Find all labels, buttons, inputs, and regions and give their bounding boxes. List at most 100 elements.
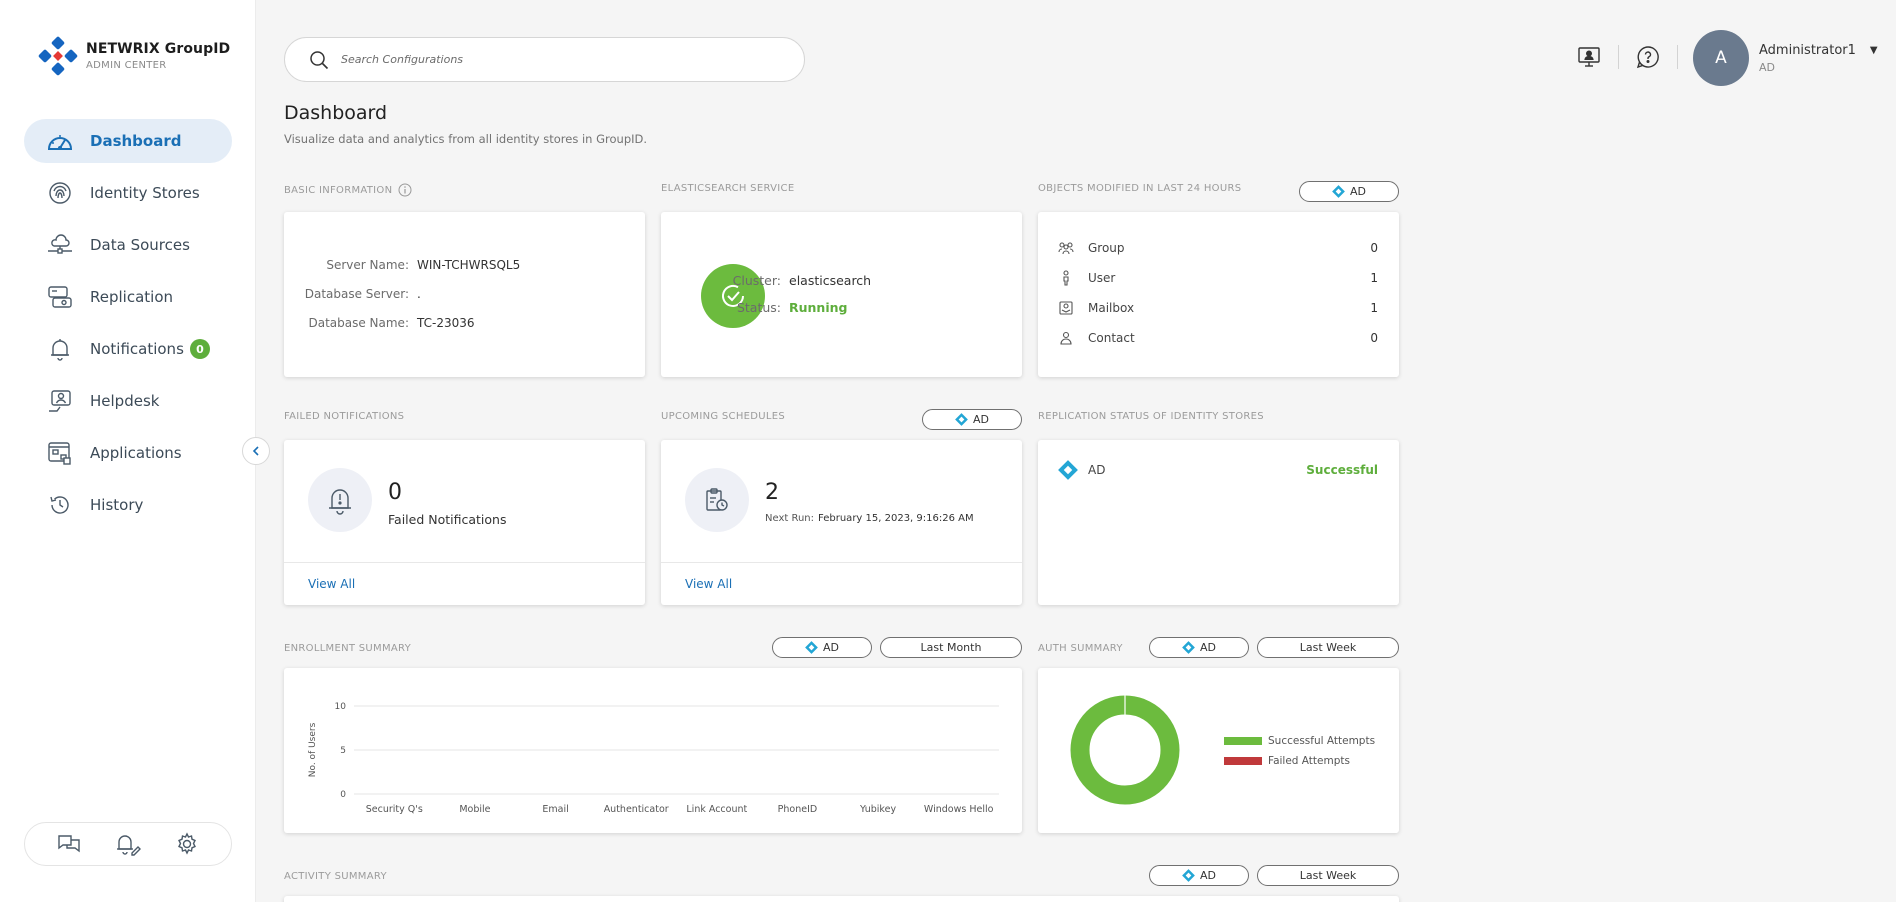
basic-info-label: BASIC INFORMATION — [284, 183, 412, 197]
sidebar-item-data-sources[interactable]: Data Sources — [24, 223, 232, 267]
legend-swatch-successful — [1224, 737, 1262, 745]
replication-status-card: AD Successful — [1038, 440, 1399, 605]
sidebar-item-label: Helpdesk — [90, 392, 160, 410]
user-menu[interactable]: A Administrator1 AD ▼ — [1693, 30, 1878, 86]
activity-period-filter-label: Last Week — [1299, 869, 1357, 882]
x-tick-label: Authenticator — [604, 804, 669, 815]
ad-store-icon — [1058, 460, 1078, 480]
search-bar[interactable] — [284, 37, 805, 82]
ad-store-icon — [1182, 869, 1195, 882]
chart-grid — [354, 705, 999, 795]
auth-store-filter-button[interactable]: AD — [1149, 637, 1249, 658]
status-value: Running — [789, 300, 848, 315]
server-name-row: Server Name: WIN-TCHWRSQL5 — [284, 258, 520, 272]
upcoming-schedules-card: 2 Next Run: February 15, 2023, 9:16:26 A… — [661, 440, 1022, 605]
sidebar-item-helpdesk[interactable]: Helpdesk — [24, 379, 232, 423]
user-icon — [1058, 270, 1074, 286]
x-tick-labels: Security Q's Mobile Email Authenticator Link… — [366, 804, 994, 815]
search-icon — [310, 50, 329, 69]
failed-notifications-label: FAILED NOTIFICATIONS — [284, 411, 405, 422]
ad-store-icon — [805, 641, 818, 654]
x-tick-label: Security Q's — [366, 804, 423, 815]
upcoming-schedules-count: 2 — [765, 480, 779, 505]
database-name-row: Database Name: TC-23036 — [284, 316, 474, 330]
monitor-user-icon[interactable] — [1574, 42, 1604, 72]
legend-swatch-failed — [1224, 757, 1262, 765]
card-divider — [661, 562, 1022, 563]
netwrix-logo-icon — [38, 36, 78, 76]
objects-store-filter-button[interactable]: AD — [1299, 181, 1399, 202]
database-server-key: Database Server: — [304, 287, 409, 301]
cluster-row: Cluster: elasticsearch — [656, 273, 871, 288]
chat-icon[interactable] — [54, 829, 84, 859]
auth-summary-card: Successful Attempts Failed Attempts — [1038, 668, 1399, 833]
brand[interactable]: NETWRIX GroupID ADMIN CENTER — [38, 36, 230, 76]
sidebar-item-identity-stores[interactable]: Identity Stores — [24, 171, 232, 215]
activity-store-filter-label: AD — [1200, 869, 1216, 882]
replication-status-value: Successful — [1306, 463, 1378, 477]
sidebar-item-history[interactable]: History — [24, 483, 232, 527]
enrollment-period-filter-button[interactable]: Last Month — [880, 637, 1022, 658]
history-icon — [46, 491, 74, 519]
brand-sub: ADMIN CENTER — [86, 60, 167, 71]
auth-period-filter-label: Last Week — [1299, 641, 1357, 654]
object-count: 1 — [1370, 271, 1378, 285]
failed-notifications-caption: Failed Notifications — [388, 512, 507, 527]
list-item: AD Successful — [1058, 460, 1378, 480]
enrollment-store-filter-button[interactable]: AD — [772, 637, 872, 658]
info-icon[interactable] — [398, 183, 412, 197]
enrollment-period-filter-label: Last Month — [920, 641, 982, 654]
y-axis-label: No. of Users — [308, 722, 318, 777]
activity-period-filter-button[interactable]: Last Week — [1257, 865, 1399, 886]
sidebar-nav: Dashboard Identity Stores Data Sources R… — [24, 119, 232, 535]
sidebar-item-replication[interactable]: Replication — [24, 275, 232, 319]
sidebar-item-applications[interactable]: Applications — [24, 431, 232, 475]
auth-store-filter-label: AD — [1200, 641, 1216, 654]
replication-status-label: REPLICATION STATUS OF IDENTITY STORES — [1038, 411, 1264, 422]
schedules-view-all-link[interactable]: View All — [685, 577, 732, 591]
y-tick-label: 10 — [335, 702, 347, 712]
legend-label: Successful Attempts — [1268, 735, 1376, 747]
elasticsearch-card: Cluster: elasticsearch Status: Running — [661, 212, 1022, 377]
bell-icon — [46, 335, 74, 363]
schedules-store-filter-button[interactable]: AD — [922, 409, 1022, 430]
activity-summary-card — [284, 896, 1399, 902]
helpdesk-icon — [46, 387, 74, 415]
object-name: Mailbox — [1088, 301, 1135, 315]
cluster-key: Cluster: — [732, 273, 781, 288]
status-row: Status: Running — [656, 300, 848, 315]
auth-period-filter-button[interactable]: Last Week — [1257, 637, 1399, 658]
sidebar-item-label: Dashboard — [90, 132, 182, 150]
failed-notifications-view-all-link[interactable]: View All — [308, 577, 355, 591]
object-name: User — [1088, 271, 1116, 285]
search-input[interactable] — [341, 53, 761, 66]
caret-down-icon: ▼ — [1869, 44, 1878, 56]
status-key: Status: — [736, 300, 781, 315]
list-item: User 1 — [1058, 270, 1378, 286]
bell-edit-icon[interactable] — [113, 829, 143, 859]
gear-icon[interactable] — [172, 829, 202, 859]
activity-store-filter-button[interactable]: AD — [1149, 865, 1249, 886]
sidebar-item-dashboard[interactable]: Dashboard — [24, 119, 232, 163]
list-item: Contact 0 — [1058, 330, 1378, 346]
collapse-sidebar-button[interactable] — [242, 437, 270, 465]
auth-donut-chart — [1070, 695, 1180, 805]
donut-slice — [1070, 695, 1180, 805]
sidebar-item-notifications[interactable]: Notifications 0 — [24, 327, 232, 371]
schedules-store-filter-label: AD — [973, 413, 989, 426]
server-name-value: WIN-TCHWRSQL5 — [417, 258, 521, 272]
header-divider — [1677, 45, 1678, 69]
next-run-value: February 15, 2023, 9:16:26 AM — [818, 513, 974, 524]
sidebar-item-label: Applications — [90, 444, 182, 462]
user-name: Administrator1 — [1759, 42, 1856, 58]
bell-alert-icon — [308, 468, 372, 532]
replication-store-name: AD — [1088, 463, 1106, 477]
help-chat-icon[interactable] — [1633, 42, 1663, 72]
list-item: Mailbox 1 — [1058, 300, 1378, 316]
objects-modified-label: OBJECTS MODIFIED IN LAST 24 HOURS — [1038, 183, 1242, 194]
ad-store-icon — [1182, 641, 1195, 654]
page-title: Dashboard — [284, 102, 388, 124]
replication-icon — [46, 283, 74, 311]
applications-icon — [46, 439, 74, 467]
group-icon — [1058, 240, 1074, 256]
